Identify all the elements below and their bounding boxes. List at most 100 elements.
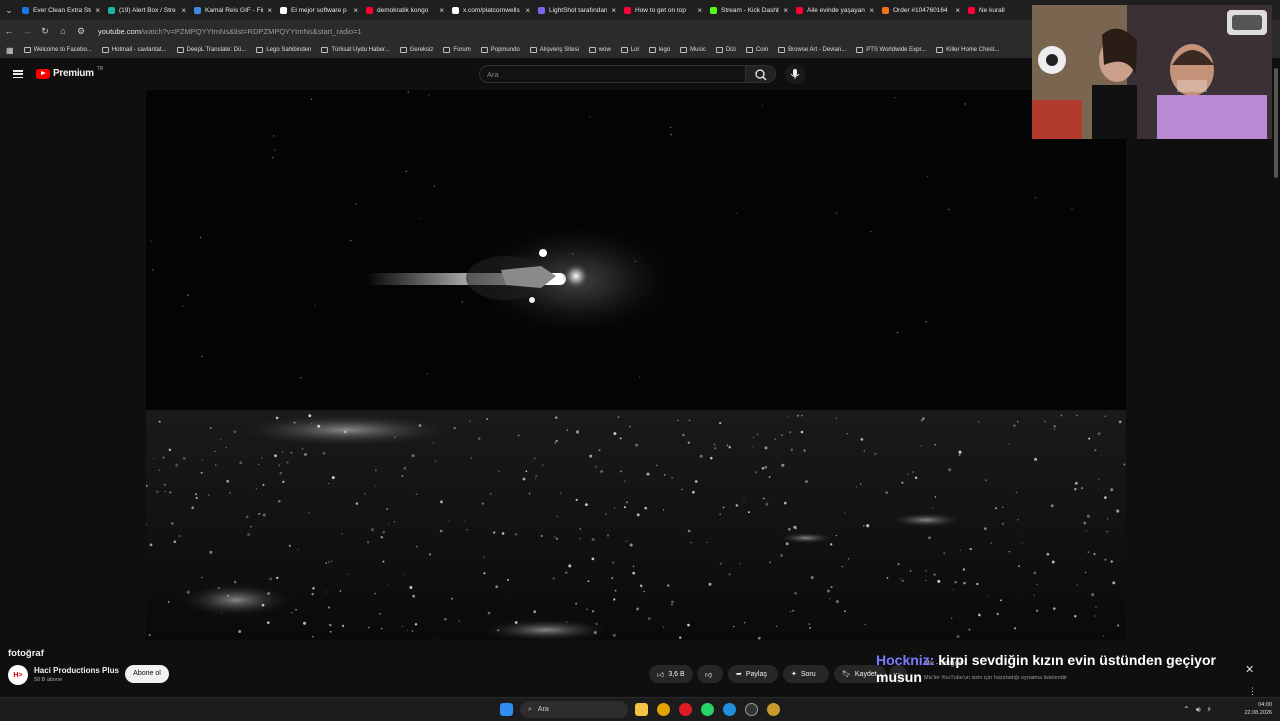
opera-icon[interactable] [679, 703, 692, 716]
share-button[interactable]: ➦ Paylaş [728, 665, 778, 683]
bookmark-item[interactable]: Lego Sahibinden [256, 47, 311, 53]
chrome-icon[interactable] [657, 703, 670, 716]
browser-tab[interactable]: LightShot tarafından × [534, 0, 620, 20]
tab-favicon [22, 6, 29, 14]
subscribe-button[interactable]: Abone ol [125, 665, 169, 683]
browser-tab[interactable]: Kamal Reis GIF - Fin × [190, 0, 276, 20]
channel-name[interactable]: Haci Productions Plus [34, 666, 119, 675]
dislike-button[interactable]: 👎︎ [697, 665, 723, 683]
ask-button[interactable]: ✦ Soru [783, 665, 829, 683]
system-tray[interactable]: ⌃🔊︎⚡︎ [1183, 705, 1217, 715]
tab-title: x.com/platcornwells [463, 6, 520, 14]
tab-close-icon[interactable]: × [267, 6, 272, 15]
browser-tab[interactable]: Stream - Kick Dashb × [706, 0, 792, 20]
browser-tab[interactable]: x.com/platcornwells × [448, 0, 534, 20]
bookmark-item[interactable]: Lol [620, 47, 639, 53]
tab-title: El mejor software p [291, 6, 347, 14]
bookmark-item[interactable]: Popmundo [480, 47, 520, 53]
channel-avatar[interactable]: H> [8, 665, 28, 685]
search-button[interactable] [746, 65, 776, 83]
site-info-icon[interactable]: ⚙ [72, 26, 90, 37]
apps-grid-icon[interactable]: ▦ [6, 46, 14, 55]
browser-tab[interactable]: El mejor software p × [276, 0, 362, 20]
like-button[interactable]: 👍︎ 3,6 B [649, 665, 693, 683]
reload-icon[interactable]: ↻ [36, 26, 54, 37]
folder-icon [529, 47, 537, 53]
back-icon[interactable]: ← [0, 26, 18, 36]
forward-icon[interactable]: → [18, 26, 36, 36]
bookmark-item[interactable]: Coin [745, 47, 769, 53]
youtube-logo[interactable]: Premium TR [36, 66, 103, 79]
bookmark-item[interactable]: Music [680, 47, 706, 53]
bookmark-item[interactable]: PTS Worldwide Expr... [856, 47, 926, 53]
bookmark-item[interactable]: Hotmail - cavlantat... [101, 47, 167, 53]
windows-start-icon[interactable] [500, 703, 513, 716]
scrollbar-thumb[interactable] [1274, 68, 1278, 178]
bookmark-label: Lol [630, 47, 639, 53]
tab-close-icon[interactable]: × [869, 6, 874, 15]
tab-title: Order #104760164 [893, 6, 948, 14]
browser-tab[interactable]: Ever Clean Extra Str × [18, 0, 104, 20]
obs-icon[interactable] [745, 703, 758, 716]
bookmark-icon: 🔖︎ [842, 671, 851, 678]
bookmark-label: Lego Sahibinden [266, 47, 312, 53]
bookmark-item[interactable]: lego [648, 47, 670, 53]
video-player[interactable] [146, 90, 1126, 640]
logo-text: Premium [53, 68, 94, 79]
folder-icon [399, 47, 407, 53]
url-path: /watch?v=PZMPQYYtmNs&list=RDPZMPQYYtmNs&… [140, 26, 362, 36]
edge-icon[interactable] [723, 703, 736, 716]
taskbar-clock[interactable]: 04:00 22.08.2026 [1244, 701, 1272, 717]
bookmark-item[interactable]: Alışveriş Sitesi [529, 47, 579, 53]
folder-icon [588, 47, 596, 53]
bookmark-item[interactable]: Dizi [715, 47, 736, 53]
tab-close-icon[interactable]: × [697, 6, 702, 15]
address-input[interactable]: youtube.com/watch?v=PZMPQYYtmNs&list=RDP… [98, 27, 362, 36]
tab-close-icon[interactable]: × [181, 6, 186, 15]
tab-close-icon[interactable]: × [439, 6, 444, 15]
bookmark-item[interactable]: Türksat Uydu Haber... [321, 47, 390, 53]
browser-tab[interactable]: (19) Alert Box / Stre × [104, 0, 190, 20]
bookmark-item[interactable]: DeepL Translate: Dü... [176, 47, 246, 53]
webcam-overlay [1032, 5, 1272, 139]
subscriber-count: 50 B abone [34, 677, 63, 683]
tab-favicon [538, 6, 545, 14]
browser-tab[interactable]: demokratik kongo × [362, 0, 448, 20]
home-icon[interactable]: ⌂ [54, 26, 72, 36]
taskbar-search[interactable]: ⌕ Ara [520, 701, 628, 718]
bookmark-label: Dizi [725, 47, 736, 53]
bookmark-label: Gereksiz [409, 47, 434, 53]
menu-icon[interactable] [13, 70, 23, 78]
tab-close-icon[interactable]: × [353, 6, 358, 15]
bookmark-item[interactable]: Welcome to Facebo... [23, 47, 92, 53]
tab-close-icon[interactable]: × [611, 6, 616, 15]
search-input[interactable]: Ara [479, 65, 746, 83]
browser-tab[interactable]: Aile evinde yaşayan × [792, 0, 878, 20]
bookmark-label: PTS Worldwide Expr... [866, 47, 927, 53]
tab-close-icon[interactable]: × [783, 6, 788, 15]
file-explorer-icon[interactable] [635, 703, 648, 716]
bookmark-item[interactable]: Browse Art - Devian... [778, 47, 846, 53]
app-icon[interactable] [767, 703, 780, 716]
tab-close-icon[interactable]: × [525, 6, 530, 15]
voice-search-button[interactable] [785, 64, 805, 84]
page-scrollbar[interactable] [1272, 58, 1280, 697]
tab-close-icon[interactable]: × [95, 6, 100, 15]
bookmark-item[interactable]: wow [588, 47, 611, 53]
share-arrow-icon: ➦ [736, 671, 742, 678]
bookmark-label: wow [598, 47, 611, 53]
folder-icon [745, 47, 753, 53]
close-icon[interactable]: ✕ [1245, 663, 1254, 676]
browser-tab[interactable]: Order #104760164 × [878, 0, 964, 20]
sparkle-icon: ✦ [791, 671, 797, 678]
bookmark-item[interactable]: Killer Home Chest... [936, 47, 999, 53]
bookmark-label: Coin [755, 47, 769, 53]
tab-title: Ever Clean Extra Str [33, 6, 92, 14]
tab-list-chevron-icon[interactable]: ⌄ [0, 5, 18, 16]
bookmark-item[interactable]: Forum [443, 47, 471, 53]
whatsapp-icon[interactable] [701, 703, 714, 716]
bookmark-item[interactable]: Gereksiz [399, 47, 434, 53]
tab-close-icon[interactable]: × [955, 6, 960, 15]
more-vertical-icon[interactable]: ⋮ [1248, 686, 1257, 697]
browser-tab[interactable]: How to get on top × [620, 0, 706, 20]
